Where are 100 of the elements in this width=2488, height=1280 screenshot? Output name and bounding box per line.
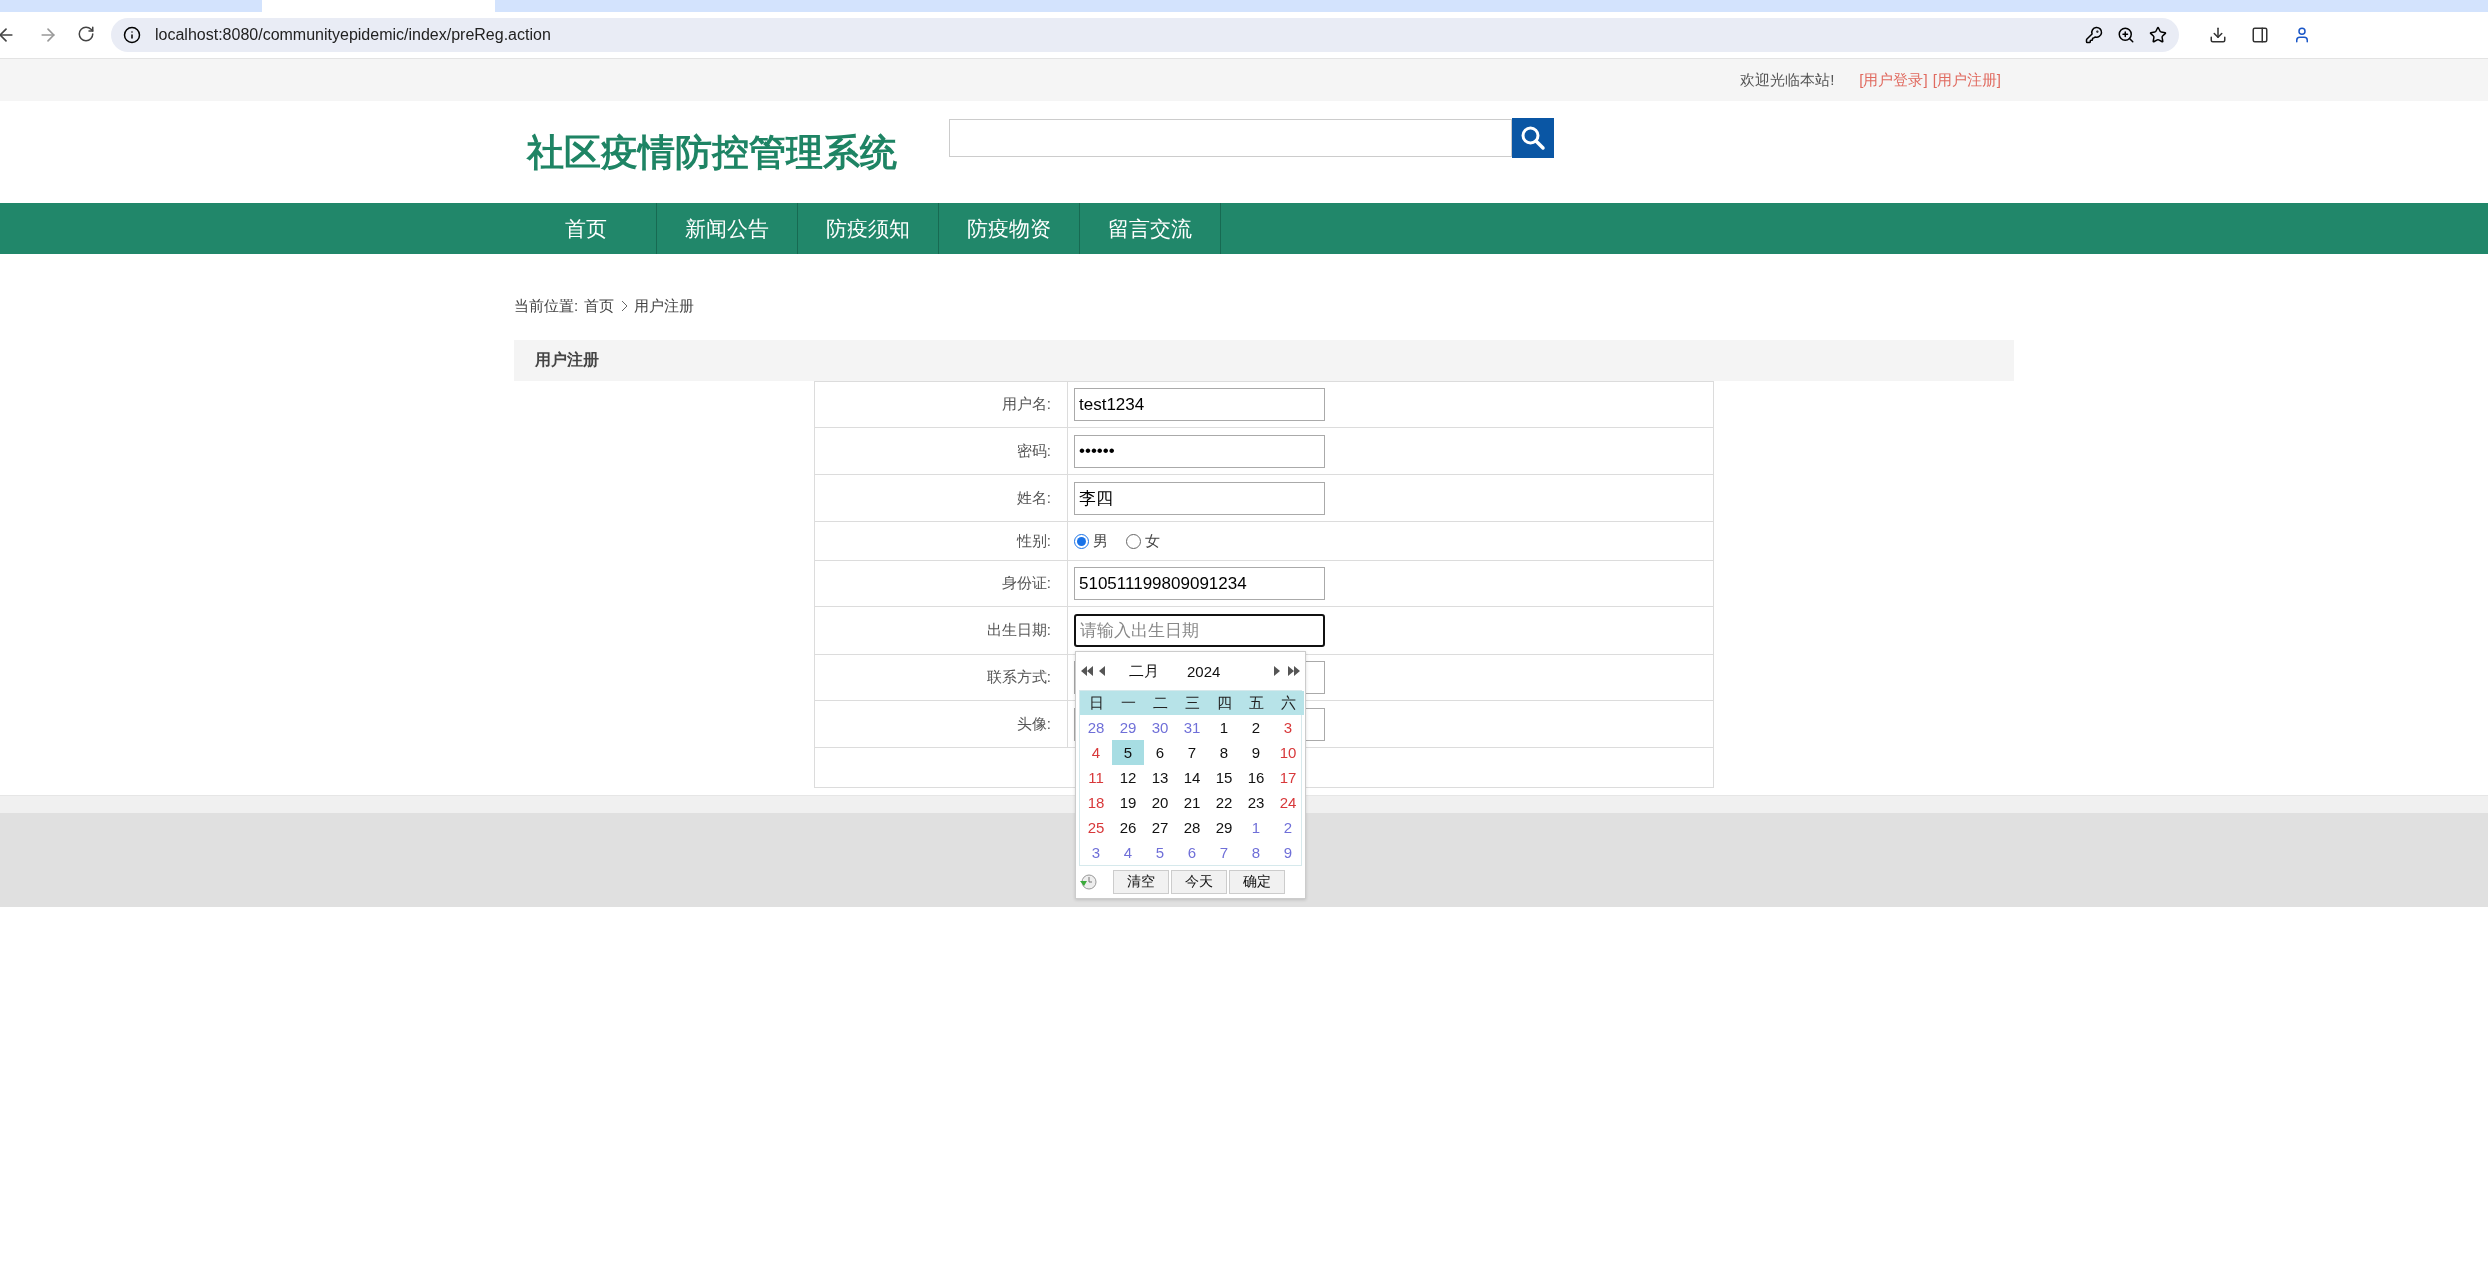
calendar-day[interactable]: 28: [1080, 715, 1112, 740]
month-label[interactable]: 二月: [1129, 661, 1159, 681]
search-button[interactable]: [1512, 118, 1554, 158]
calendar-day[interactable]: 6: [1176, 840, 1208, 865]
field-label: 出生日期:: [815, 607, 1068, 654]
calendar-day[interactable]: 1: [1208, 715, 1240, 740]
weekday-header: 二: [1144, 691, 1176, 715]
field-label: 密码:: [815, 428, 1068, 474]
calendar-day[interactable]: 6: [1144, 740, 1176, 765]
star-icon[interactable]: [2149, 26, 2167, 44]
previous-year-icon[interactable]: [1081, 665, 1093, 677]
input-field[interactable]: 510511199809091234: [1074, 567, 1325, 600]
clock-icon[interactable]: [1079, 873, 1097, 891]
breadcrumb-label: 当前位置:: [514, 296, 579, 316]
search-field[interactable]: [949, 119, 1512, 157]
calendar-day[interactable]: 4: [1112, 840, 1144, 865]
calendar-day[interactable]: 5: [1144, 840, 1176, 865]
weekday-header: 四: [1208, 691, 1240, 715]
field-label: 性别:: [815, 522, 1068, 560]
calendar-day[interactable]: 17: [1272, 765, 1304, 790]
calendar-day[interactable]: 7: [1208, 840, 1240, 865]
calendar-day[interactable]: 22: [1208, 790, 1240, 815]
calendar-day[interactable]: 26: [1112, 815, 1144, 840]
info-icon[interactable]: [123, 26, 141, 44]
calendar-day[interactable]: 25: [1080, 815, 1112, 840]
side-panel-icon[interactable]: [2251, 26, 2269, 44]
calendar-day[interactable]: 19: [1112, 790, 1144, 815]
weekday-header: 一: [1112, 691, 1144, 715]
calendar-day[interactable]: 2: [1240, 715, 1272, 740]
calendar-day[interactable]: 3: [1080, 840, 1112, 865]
calendar-day[interactable]: 1: [1240, 815, 1272, 840]
search-icon: [1520, 125, 1546, 151]
year-label[interactable]: 2024: [1187, 662, 1274, 680]
calendar-day[interactable]: 29: [1112, 715, 1144, 740]
field-label: 头像:: [815, 701, 1068, 747]
calendar-day[interactable]: 3: [1272, 715, 1304, 740]
calendar-day[interactable]: 14: [1176, 765, 1208, 790]
zoom-icon[interactable]: [2117, 26, 2135, 44]
next-month-icon[interactable]: [1274, 665, 1280, 677]
key-icon[interactable]: [2085, 26, 2103, 44]
calendar-day[interactable]: 30: [1144, 715, 1176, 740]
field-label: 联系方式:: [815, 655, 1068, 700]
radio-button[interactable]: [1126, 533, 1141, 549]
calendar-day[interactable]: 2: [1272, 815, 1304, 840]
calendar-day[interactable]: 29: [1208, 815, 1240, 840]
calendar-day[interactable]: 8: [1208, 740, 1240, 765]
input-field[interactable]: ••••••: [1074, 434, 1325, 468]
breadcrumb-link[interactable]: 用户注册: [634, 296, 695, 316]
calendar-day[interactable]: 9: [1240, 740, 1272, 765]
nav-item[interactable]: 首页: [516, 203, 657, 254]
calendar-day[interactable]: 15: [1208, 765, 1240, 790]
calendar-day[interactable]: 18: [1080, 790, 1112, 815]
calendar-day[interactable]: 20: [1144, 790, 1176, 815]
site-title: 社区疫情防控管理系统: [527, 131, 898, 175]
address-bar[interactable]: localhost:8080/communityepidemic/index/preReg.action: [111, 18, 2179, 52]
nav-item[interactable]: 防疫物资: [939, 203, 1080, 254]
download-icon[interactable]: [2209, 26, 2227, 44]
calendar-day[interactable]: 21: [1176, 790, 1208, 815]
calendar-day[interactable]: 28: [1176, 815, 1208, 840]
next-year-icon[interactable]: [1288, 665, 1300, 677]
nav-item[interactable]: 防疫须知: [798, 203, 939, 254]
date-field[interactable]: 请输入出生日期: [1074, 614, 1325, 647]
weekday-header: 五: [1240, 691, 1272, 715]
calendar-day[interactable]: 8: [1240, 840, 1272, 865]
welcome-text: 欢迎光临本站!: [1740, 70, 1835, 90]
calendar-day[interactable]: 9: [1272, 840, 1304, 865]
field-label: 姓名:: [815, 475, 1068, 521]
chevron-icon: [620, 300, 629, 312]
field-label: 身份证:: [815, 561, 1068, 606]
nav-item[interactable]: 留言交流: [1080, 203, 1221, 254]
weekday-header: 三: [1176, 691, 1208, 715]
url-text: localhost:8080/communityepidemic/index/preReg.action: [155, 26, 552, 44]
calendar-day[interactable]: 12: [1112, 765, 1144, 790]
calendar-day[interactable]: 10: [1272, 740, 1304, 765]
weekday-header: 六: [1272, 691, 1304, 715]
calendar-day[interactable]: 7: [1176, 740, 1208, 765]
radio-label: 男: [1093, 531, 1108, 551]
section-title: 用户注册: [535, 350, 599, 370]
picker-button[interactable]: 确定: [1229, 870, 1285, 894]
picker-button[interactable]: 今天: [1171, 870, 1227, 894]
radio-label: 女: [1145, 531, 1160, 551]
picker-button[interactable]: 清空: [1113, 870, 1169, 894]
nav-item[interactable]: 新闻公告: [657, 203, 798, 254]
calendar-day[interactable]: 16: [1240, 765, 1272, 790]
weekday-header: 日: [1080, 691, 1112, 715]
radio-button[interactable]: [1074, 533, 1089, 549]
profile-icon[interactable]: [2293, 26, 2311, 44]
previous-month-icon[interactable]: [1099, 665, 1105, 677]
field-label: 用户名:: [815, 382, 1068, 427]
input-field[interactable]: 李四: [1074, 481, 1325, 515]
input-field[interactable]: test1234: [1074, 388, 1325, 421]
calendar-day[interactable]: 23: [1240, 790, 1272, 815]
breadcrumb-link[interactable]: 首页: [584, 296, 615, 316]
calendar-day[interactable]: 11: [1080, 765, 1112, 790]
calendar-day[interactable]: 5: [1112, 740, 1144, 765]
calendar-day[interactable]: 31: [1176, 715, 1208, 740]
calendar-day[interactable]: 24: [1272, 790, 1304, 815]
calendar-day[interactable]: 4: [1080, 740, 1112, 765]
calendar-day[interactable]: 27: [1144, 815, 1176, 840]
calendar-day[interactable]: 13: [1144, 765, 1176, 790]
